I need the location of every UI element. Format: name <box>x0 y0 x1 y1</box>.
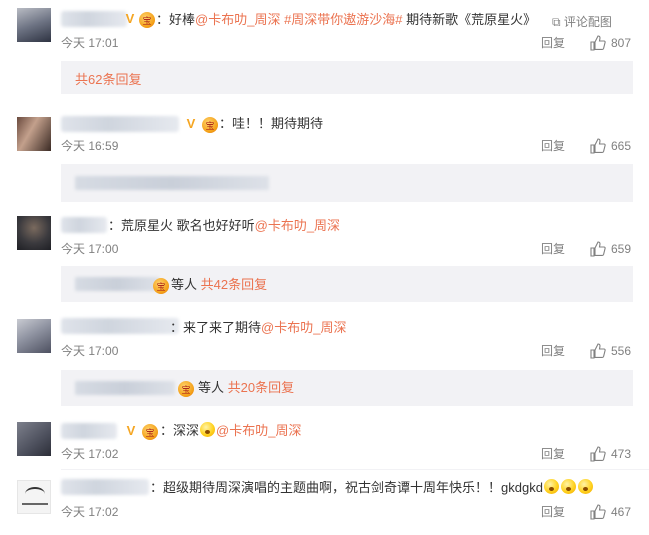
mention-link[interactable]: @卡布叻_周深 <box>255 218 340 233</box>
view-replies-link[interactable]: 共62条回复 <box>75 71 141 89</box>
thumbs-up-icon[interactable] <box>590 35 606 51</box>
comment-pic-link[interactable]: ⧉ 评论配图 <box>552 14 612 30</box>
avatar[interactable] <box>17 216 51 250</box>
hashtag-link[interactable]: #周深带你遨游沙海# <box>284 12 402 27</box>
reply-thread-box <box>61 164 633 202</box>
avatar[interactable] <box>17 8 51 42</box>
avatar[interactable] <box>17 319 51 353</box>
like-count: 473 <box>611 447 632 461</box>
vip-icon: V <box>186 116 196 131</box>
reply-button[interactable]: 回复 <box>541 35 565 51</box>
reply-button[interactable]: 回复 <box>541 343 565 359</box>
reply-button[interactable]: 回复 <box>541 504 565 520</box>
comment-item: ：荒原星火 歌名也好好听@卡布叻_周深 今天 17:00 回复 659 宝 等人… <box>0 208 649 311</box>
image-icon: ⧉ <box>552 15 561 29</box>
fan-badge-icon: 宝 <box>139 12 155 28</box>
like-count: 665 <box>611 139 632 153</box>
comment-item: ：超级期待周深演唱的主题曲啊，祝古剑奇谭十周年快乐！！gkdgkd 今天 17:… <box>0 470 649 535</box>
comment-time: 今天 17:02 <box>61 505 119 519</box>
comment-text: ：好棒@卡布叻_周深 #周深带你遨游沙海# 期待新歌《荒原星火》 <box>156 12 537 27</box>
reply-thread-box: 共62条回复 <box>61 61 633 94</box>
mention-link[interactable]: @卡布叻_周深 <box>216 423 301 438</box>
comment-text: ：来了来了期待@卡布叻_周深 <box>170 320 347 335</box>
comment-time: 今天 17:00 <box>61 242 119 256</box>
reply-preview-blurred <box>75 277 159 291</box>
like-count: 659 <box>611 242 632 256</box>
comment-text: ：超级期待周深演唱的主题曲啊，祝古剑奇谭十周年快乐！！gkdgkd <box>150 479 594 497</box>
comment-time: 今天 16:59 <box>61 139 119 153</box>
thumbs-up-icon[interactable] <box>590 241 606 257</box>
comment-text: ：荒原星火 歌名也好好听@卡布叻_周深 <box>108 218 341 233</box>
view-replies-link[interactable]: 共20条回复 <box>228 380 294 395</box>
comment-time: 今天 17:02 <box>61 447 119 461</box>
reply-preview-blurred <box>75 381 175 395</box>
thumbs-up-icon[interactable] <box>590 446 606 462</box>
comment-item: V 宝 ：深深 @卡布叻_周深 今天 17:02 回复 473 <box>0 415 649 470</box>
view-replies-link[interactable]: 共42条回复 <box>201 277 267 292</box>
reply-preview-blurred <box>75 176 269 190</box>
like-count: 807 <box>611 36 632 50</box>
emoji-icon <box>200 422 216 437</box>
vip-icon: V <box>125 11 135 26</box>
thumbs-up-icon[interactable] <box>590 138 606 154</box>
fan-badge-icon: 宝 <box>202 117 218 133</box>
comment-text: ：哇！！期待期待 <box>219 116 324 131</box>
emoji-icon <box>560 479 576 494</box>
emoji-icon <box>577 479 593 494</box>
username-blurred[interactable] <box>61 11 127 27</box>
username-blurred[interactable] <box>61 217 107 233</box>
thumbs-up-icon[interactable] <box>590 504 606 520</box>
comment-time: 今天 17:01 <box>61 36 119 50</box>
fan-badge-icon: 宝 <box>153 278 169 294</box>
reply-summary: 等人 共42条回复 <box>171 277 268 292</box>
comment-time: 今天 17:00 <box>61 344 119 358</box>
username-blurred[interactable] <box>61 116 179 132</box>
comment-text: ：深深 @卡布叻_周深 <box>160 422 302 438</box>
reply-button[interactable]: 回复 <box>541 241 565 257</box>
vip-icon: V <box>126 423 136 438</box>
logo-text-line <box>22 503 48 505</box>
comment-item: V 宝 ：哇！！期待期待 今天 16:59 回复 665 <box>0 105 649 208</box>
username-blurred[interactable] <box>61 318 179 334</box>
reply-button[interactable]: 回复 <box>541 138 565 154</box>
avatar[interactable] <box>17 480 51 514</box>
avatar[interactable] <box>17 117 51 151</box>
emoji-icon <box>543 479 559 494</box>
like-count: 556 <box>611 344 632 358</box>
username-blurred[interactable] <box>61 479 149 495</box>
fan-badge-icon: 宝 <box>178 381 194 397</box>
thumbs-up-icon[interactable] <box>590 343 606 359</box>
fan-badge-icon: 宝 <box>142 424 158 440</box>
reply-thread-box: 宝 等人 共42条回复 <box>61 266 633 302</box>
like-count: 467 <box>611 505 632 519</box>
mention-link[interactable]: @卡布叻_周深 <box>261 320 346 335</box>
comment-item: ：来了来了期待@卡布叻_周深 今天 17:00 回复 556 宝 等人 共20条… <box>0 311 649 415</box>
reply-thread-box: 宝 等人 共20条回复 <box>61 370 633 406</box>
reply-button[interactable]: 回复 <box>541 446 565 462</box>
username-blurred[interactable] <box>61 423 117 439</box>
reply-summary: 等人 共20条回复 <box>198 380 295 395</box>
avatar[interactable] <box>17 422 51 456</box>
comment-item: V 宝 ：好棒@卡布叻_周深 #周深带你遨游沙海# 期待新歌《荒原星火》 ⧉ 评… <box>0 0 649 105</box>
logo-icon <box>25 487 45 501</box>
mention-link[interactable]: @卡布叻_周深 <box>195 12 280 27</box>
